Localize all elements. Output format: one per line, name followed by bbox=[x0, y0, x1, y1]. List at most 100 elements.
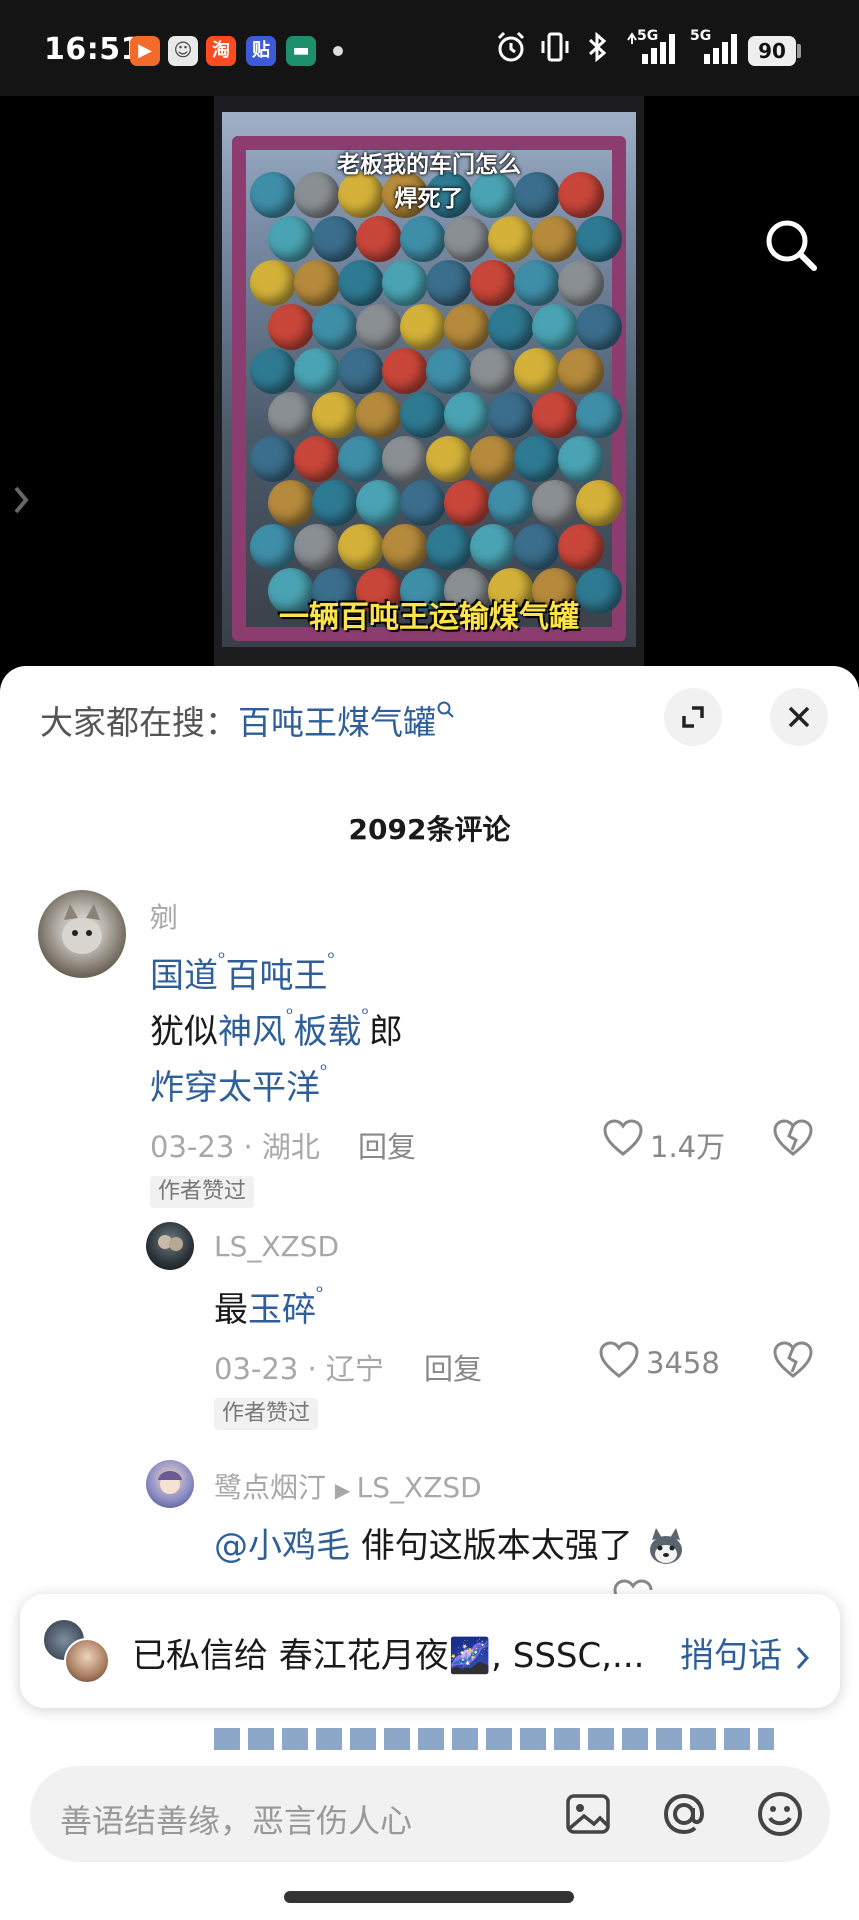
video-top-caption-line1: 老板我的车门怎么 bbox=[337, 152, 521, 178]
gas-cylinder-graphic bbox=[558, 348, 604, 394]
gas-cylinder-graphic bbox=[294, 436, 340, 482]
image-icon[interactable] bbox=[564, 1790, 612, 1838]
cat-avatar-icon bbox=[62, 904, 102, 954]
reply-text: @小鸡毛 俳句这版本太强了 bbox=[214, 1518, 688, 1570]
gas-cylinder-graphic bbox=[558, 260, 604, 306]
comment-plain-text: 犹似 bbox=[150, 1012, 218, 1052]
author-liked-badge: 作者赞过 bbox=[150, 1176, 255, 1208]
gas-cylinder-graphic bbox=[532, 392, 578, 438]
gas-cylinder-graphic bbox=[400, 480, 446, 526]
video-player[interactable]: 老板我的车门怎么 焊死了 一辆百吨王运输煤气罐 bbox=[0, 96, 859, 676]
signal-label-2: 5G bbox=[690, 28, 712, 44]
taobao-icon: 淘 bbox=[206, 36, 236, 66]
reply-meta: 03-23 · 辽宁 bbox=[214, 1352, 384, 1386]
emoji-icon[interactable] bbox=[754, 1788, 806, 1840]
gas-cylinder-graphic bbox=[294, 348, 340, 394]
dislike-broken-heart-icon[interactable] bbox=[772, 1118, 814, 1158]
gas-cylinder-graphic bbox=[312, 480, 358, 526]
hot-search-bar[interactable]: 大家都在搜：百吨王煤气罐 bbox=[40, 696, 456, 744]
comment-keyword[interactable]: 百吨王 bbox=[225, 956, 327, 996]
gas-cylinder-graphic bbox=[426, 348, 472, 394]
gas-cylinder-graphic bbox=[576, 216, 622, 262]
gas-cylinder-graphic bbox=[400, 216, 446, 262]
gas-cylinder-graphic bbox=[532, 304, 578, 350]
gas-cylinder-graphic bbox=[382, 260, 428, 306]
gas-cylinder-graphic bbox=[470, 436, 516, 482]
comment-keyword[interactable]: 国道 bbox=[150, 956, 218, 996]
search-small-icon: ᵒ bbox=[361, 1004, 369, 1025]
send-message-label[interactable]: 捎句话 bbox=[680, 1636, 782, 1676]
gas-cylinder-graphic bbox=[576, 392, 622, 438]
gas-cylinder-graphic bbox=[576, 480, 622, 526]
comment-input-bar[interactable]: 善语结善缘，恶言伤人心 bbox=[30, 1766, 830, 1862]
gas-cylinder-graphic bbox=[268, 480, 314, 526]
reply-username[interactable]: 鹭点烟汀 ▶ LS_XZSD bbox=[214, 1466, 482, 1506]
gas-cylinder-graphic bbox=[558, 524, 604, 570]
gas-cylinder-graphic bbox=[338, 436, 384, 482]
gas-cylinder-graphic bbox=[444, 480, 490, 526]
gas-cylinder-graphic bbox=[488, 480, 534, 526]
reply-arrow-icon: ▶ bbox=[334, 1478, 357, 1502]
chevron-right-icon bbox=[796, 1646, 809, 1669]
reply-text: 最玉碎ᵒ bbox=[214, 1282, 323, 1331]
send-message-link[interactable]: 捎句话 bbox=[680, 1628, 813, 1677]
tieba-icon: 贴 bbox=[246, 36, 276, 66]
dislike-broken-heart-icon[interactable] bbox=[772, 1340, 814, 1380]
person-avatar-icon bbox=[158, 1235, 183, 1251]
gas-cylinder-graphic bbox=[514, 348, 560, 394]
mention-icon[interactable] bbox=[658, 1788, 710, 1840]
gas-cylinder-graphic bbox=[356, 480, 402, 526]
mention-link[interactable]: @小鸡毛 bbox=[214, 1526, 350, 1566]
comment-keyword[interactable]: 炸穿太平洋 bbox=[150, 1068, 320, 1108]
reply-button[interactable]: 回复 bbox=[358, 1124, 416, 1166]
like-count: 1.4万 bbox=[650, 1130, 726, 1164]
search-icon[interactable] bbox=[762, 216, 822, 276]
comment-input[interactable]: 善语结善缘，恶言伤人心 bbox=[60, 1796, 412, 1842]
hot-search-keyword[interactable]: 百吨王煤气罐 bbox=[238, 703, 436, 742]
close-button[interactable] bbox=[770, 688, 828, 746]
gas-cylinder-graphic bbox=[312, 304, 358, 350]
comment-meta: 03-23 · 湖北 bbox=[150, 1130, 320, 1164]
comment-username[interactable]: 剜 bbox=[150, 896, 178, 936]
status-bar: 16:51 ▶ ☺ 淘 贴 ▬ 5G 5G 90 bbox=[0, 0, 859, 96]
home-indicator[interactable] bbox=[284, 1891, 574, 1903]
avatar bbox=[64, 1638, 110, 1684]
expand-icon bbox=[682, 706, 704, 728]
gas-cylinder-graphic bbox=[294, 524, 340, 570]
avatar[interactable] bbox=[146, 1460, 194, 1508]
video-thumbnail: 老板我的车门怎么 焊死了 一辆百吨王运输煤气罐 bbox=[222, 112, 636, 647]
gas-cylinder-graphic bbox=[312, 392, 358, 438]
like-heart-icon[interactable] bbox=[602, 1118, 644, 1158]
gas-cylinder-graphic bbox=[400, 304, 446, 350]
partial-comment-text-graphic bbox=[214, 1728, 774, 1750]
like-heart-icon[interactable] bbox=[598, 1340, 640, 1380]
vibrate-icon bbox=[541, 32, 569, 62]
anime-avatar-icon bbox=[158, 1471, 182, 1494]
gas-cylinder-graphic bbox=[356, 392, 402, 438]
search-small-icon bbox=[437, 701, 454, 718]
alarm-icon bbox=[497, 31, 525, 62]
reply-button[interactable]: 回复 bbox=[424, 1346, 482, 1388]
gas-cylinder-graphic bbox=[356, 216, 402, 262]
gas-cylinder-graphic bbox=[426, 436, 472, 482]
expand-button[interactable] bbox=[664, 688, 722, 746]
comment-keyword[interactable]: 玉碎 bbox=[248, 1290, 316, 1330]
chevron-right-icon[interactable] bbox=[10, 482, 34, 518]
author-liked-badge: 作者赞过 bbox=[214, 1398, 319, 1430]
gas-cylinder-graphic bbox=[532, 480, 578, 526]
reply-to-username[interactable]: LS_XZSD bbox=[357, 1471, 482, 1504]
gas-cylinder-graphic bbox=[444, 216, 490, 262]
avatar[interactable] bbox=[38, 890, 126, 978]
reply-username-text[interactable]: 鹭点烟汀 bbox=[214, 1471, 326, 1504]
gas-cylinder-graphic bbox=[250, 524, 296, 570]
video-frame[interactable]: 老板我的车门怎么 焊死了 一辆百吨王运输煤气罐 bbox=[214, 96, 644, 666]
share-toast[interactable]: 已私信给 春江花月夜🌌, SSSC,... 捎句话 bbox=[20, 1594, 840, 1708]
video-app-icon: ▶ bbox=[130, 36, 160, 66]
comment-keyword[interactable]: 板载 bbox=[293, 1012, 361, 1052]
video-top-caption: 老板我的车门怎么 焊死了 bbox=[222, 148, 636, 216]
reply-username[interactable]: LS_XZSD bbox=[214, 1230, 339, 1263]
avatar[interactable] bbox=[146, 1222, 194, 1270]
husky-emoji-icon bbox=[649, 1527, 682, 1564]
gas-cylinder-graphic bbox=[250, 348, 296, 394]
comment-keyword[interactable]: 神风 bbox=[218, 1012, 286, 1052]
